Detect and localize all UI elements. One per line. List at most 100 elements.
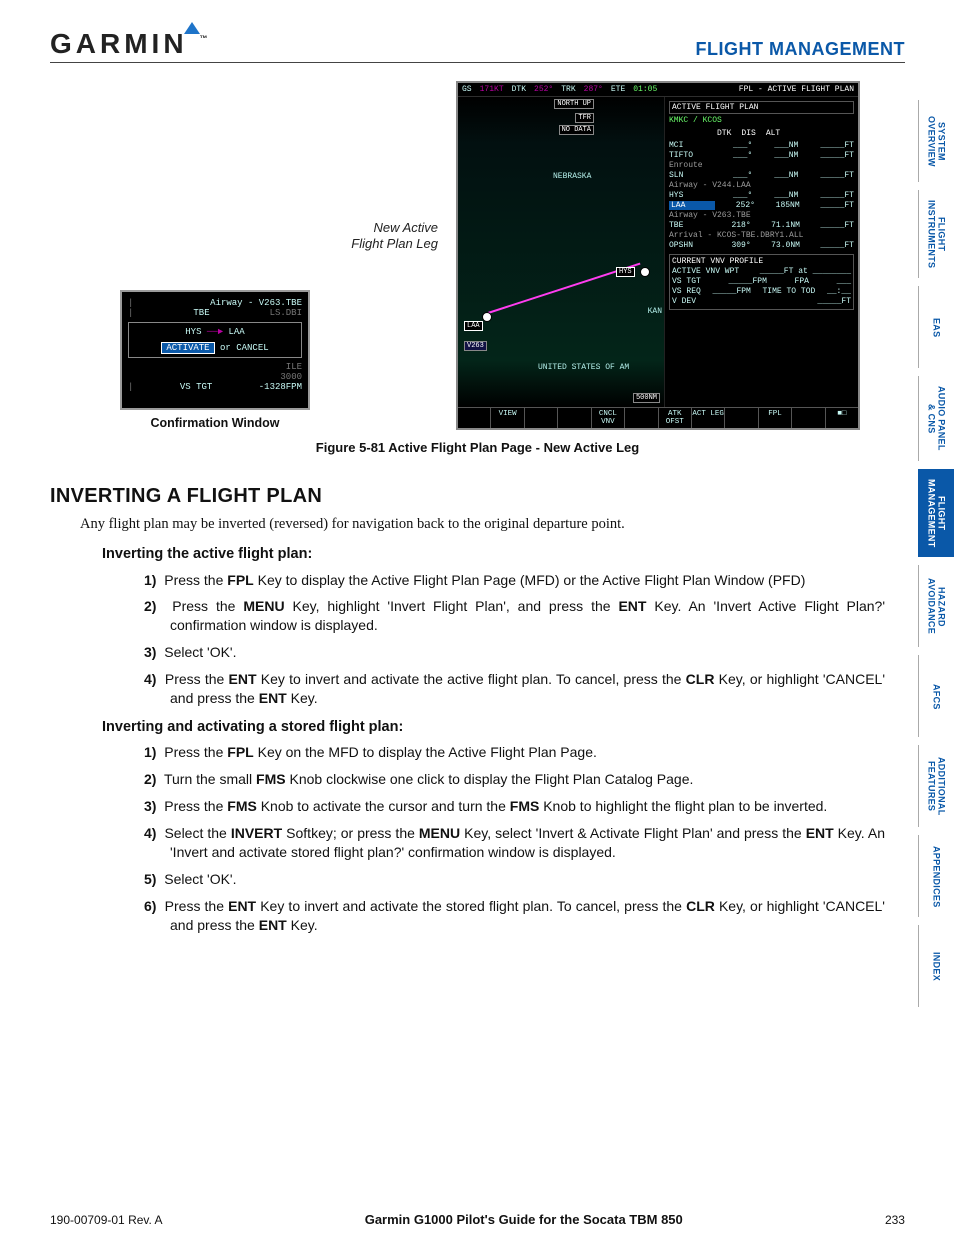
hys-wp: HYS <box>616 267 635 277</box>
or-label: or <box>220 343 231 353</box>
softkey[interactable]: ATK OFST <box>659 408 692 428</box>
logo-triangle-icon <box>184 22 200 34</box>
fpl-row: OPSHN309°73.0NM_____FT <box>669 241 854 250</box>
tab-audio-panel-cns[interactable]: AUDIO PANEL & CNS <box>918 376 954 461</box>
confwin-ile: ILE <box>286 362 302 372</box>
tab-hazard-avoidance[interactable]: HAZARD AVOIDANCE <box>918 565 954 647</box>
procedure-2-heading: Inverting and activating a stored flight… <box>102 718 885 738</box>
confwin-airway: Airway - V263.TBE <box>210 298 302 308</box>
activate-button[interactable]: ACTIVATE <box>161 342 214 354</box>
procedure-1-heading: Inverting the active flight plan: <box>102 545 885 565</box>
gs-label: GS <box>462 85 472 94</box>
fpl-row: HYS___°___NM_____FT <box>669 191 854 200</box>
new-leg-label: New Active Flight Plan Leg <box>328 220 438 251</box>
fpl-row: LAA252°185NM_____FT <box>669 201 854 210</box>
docnum: 190-00709-01 Rev. A <box>50 1213 163 1227</box>
fpl-row: Airway - V244.LAA <box>669 181 854 190</box>
softkey-bar: VIEW CNCL VNV ATK OFSTACT LEG FPL ■□ <box>458 407 858 428</box>
procedure-step: 4) Select the INVERT Softkey; or press t… <box>144 824 885 862</box>
trk-value: 287° <box>584 85 603 94</box>
vnv-act-lbl: ACTIVE VNV WPT <box>672 267 739 276</box>
dtk-label: DTK <box>512 85 526 94</box>
softkey[interactable] <box>558 408 591 428</box>
softkey[interactable] <box>792 408 825 428</box>
v263-badge: V263 <box>464 341 487 351</box>
chapter-title: FLIGHT MANAGEMENT <box>696 39 905 60</box>
map-pane: NORTH UP TFR NO DATA NEBRASKA UNITED STA… <box>458 97 665 407</box>
procedure-step: 4) Press the ENT Key to invert and activ… <box>144 670 885 708</box>
softkey[interactable]: ■□ <box>826 408 858 428</box>
laa-wp: LAA <box>464 321 483 331</box>
procedure-step: 3) Press the FMS Knob to activate the cu… <box>144 797 885 816</box>
confwin-from: HYS <box>185 327 201 337</box>
vnv-act-val: _____FT at ________ <box>760 267 851 276</box>
garmin-logo: GARMIN™ <box>50 28 208 60</box>
ete-label: ETE <box>611 85 625 94</box>
col-dtk: DTK <box>717 129 731 138</box>
col-dis: DIS <box>741 129 755 138</box>
mfd-screenshot: GS171KT DTK252° TRK287° ETE01:05 FPL - A… <box>456 81 860 430</box>
vnv-vsreq-lbl: VS REQ <box>672 287 701 296</box>
tab-eas[interactable]: EAS <box>918 286 954 368</box>
page-title: FPL - ACTIVE FLIGHT PLAN <box>739 85 854 94</box>
confwin-alt: 3000 <box>280 372 302 382</box>
north-up-badge: NORTH UP <box>554 99 594 109</box>
procedure-step: 2) Turn the small FMS Knob clockwise one… <box>144 770 885 789</box>
tab-system-overview[interactable]: SYSTEM OVERVIEW <box>918 100 954 182</box>
tab-flight-instruments[interactable]: FLIGHT INSTRUMENTS <box>918 190 954 278</box>
fpl-route: KMKC / KCOS <box>669 116 854 125</box>
vnv-fpa-lbl: FPA <box>795 277 809 286</box>
procedure-step: 3) Select 'OK'. <box>144 643 885 662</box>
cancel-button[interactable]: CANCEL <box>236 343 268 353</box>
vnv-vstgt-val: _____FPM <box>728 277 766 286</box>
doc-title: Garmin G1000 Pilot's Guide for the Socat… <box>365 1212 683 1227</box>
confwin-dest: TBE <box>193 308 209 318</box>
vnv-fpa-val: ___ <box>837 277 851 286</box>
nodata-badge: NO DATA <box>559 125 594 135</box>
softkey[interactable] <box>525 408 558 428</box>
fpl-row: Airway - V263.TBE <box>669 211 854 220</box>
softkey[interactable] <box>625 408 658 428</box>
confwin-ls: LS.DBI <box>270 308 302 318</box>
vnv-vsreq-val: _____FPM <box>712 287 750 296</box>
procedure-step: 6) Press the ENT Key to invert and activ… <box>144 897 885 935</box>
gs-value: 171KT <box>480 85 504 94</box>
softkey[interactable] <box>725 408 758 428</box>
confirmation-caption: Confirmation Window <box>120 416 310 430</box>
procedure-step: 5) Select 'OK'. <box>144 870 885 889</box>
page-number: 233 <box>885 1213 905 1227</box>
vnv-vdev-val: _____FT <box>817 297 851 306</box>
fpl-row: MCI___°___NM_____FT <box>669 141 854 150</box>
softkey[interactable]: FPL <box>759 408 792 428</box>
vs-tgt-label: VS TGT <box>180 382 212 392</box>
procedure-step: 2) Press the MENU Key, highlight 'Invert… <box>144 597 885 635</box>
fpl-row: Enroute <box>669 161 854 170</box>
tab-additional-features[interactable]: ADDITIONAL FEATURES <box>918 745 954 827</box>
arrow-icon: ──► <box>207 327 229 337</box>
dtk-value: 252° <box>534 85 553 94</box>
col-alt: ALT <box>766 129 780 138</box>
section-heading: INVERTING A FLIGHT PLAN <box>50 485 905 508</box>
fpl-header: ACTIVE FLIGHT PLAN <box>669 101 854 114</box>
tab-flight-management[interactable]: FLIGHT MANAGEMENT <box>918 469 954 558</box>
vnv-vstgt-lbl: VS TGT <box>672 277 701 286</box>
vnv-title: CURRENT VNV PROFILE <box>672 257 851 266</box>
kan-label: KAN <box>648 307 662 316</box>
fpl-row: Arrival - KCOS-TBE.DBRY1.ALL <box>669 231 854 240</box>
softkey[interactable]: ACT LEG <box>692 408 725 428</box>
softkey[interactable]: CNCL VNV <box>592 408 625 428</box>
section-lead: Any flight plan may be inverted (reverse… <box>80 516 905 533</box>
tab-index[interactable]: INDEX <box>918 925 954 1007</box>
ete-value: 01:05 <box>633 85 657 94</box>
flight-plan-pane: ACTIVE FLIGHT PLAN KMKC / KCOS DTK DIS ALT… <box>665 97 858 407</box>
fpl-row: TBE218°71.1NM_____FT <box>669 221 854 230</box>
tab-afcs[interactable]: AFCS <box>918 655 954 737</box>
nebraska-label: NEBRASKA <box>553 172 591 181</box>
confwin-to: LAA <box>229 327 245 337</box>
softkey[interactable] <box>458 408 491 428</box>
softkey[interactable]: VIEW <box>491 408 524 428</box>
usa-label: UNITED STATES OF AM <box>538 363 629 372</box>
figure-caption: Figure 5-81 Active Flight Plan Page - Ne… <box>50 440 905 455</box>
tab-appendices[interactable]: APPENDICES <box>918 835 954 917</box>
fpl-row: SLN___°___NM_____FT <box>669 171 854 180</box>
